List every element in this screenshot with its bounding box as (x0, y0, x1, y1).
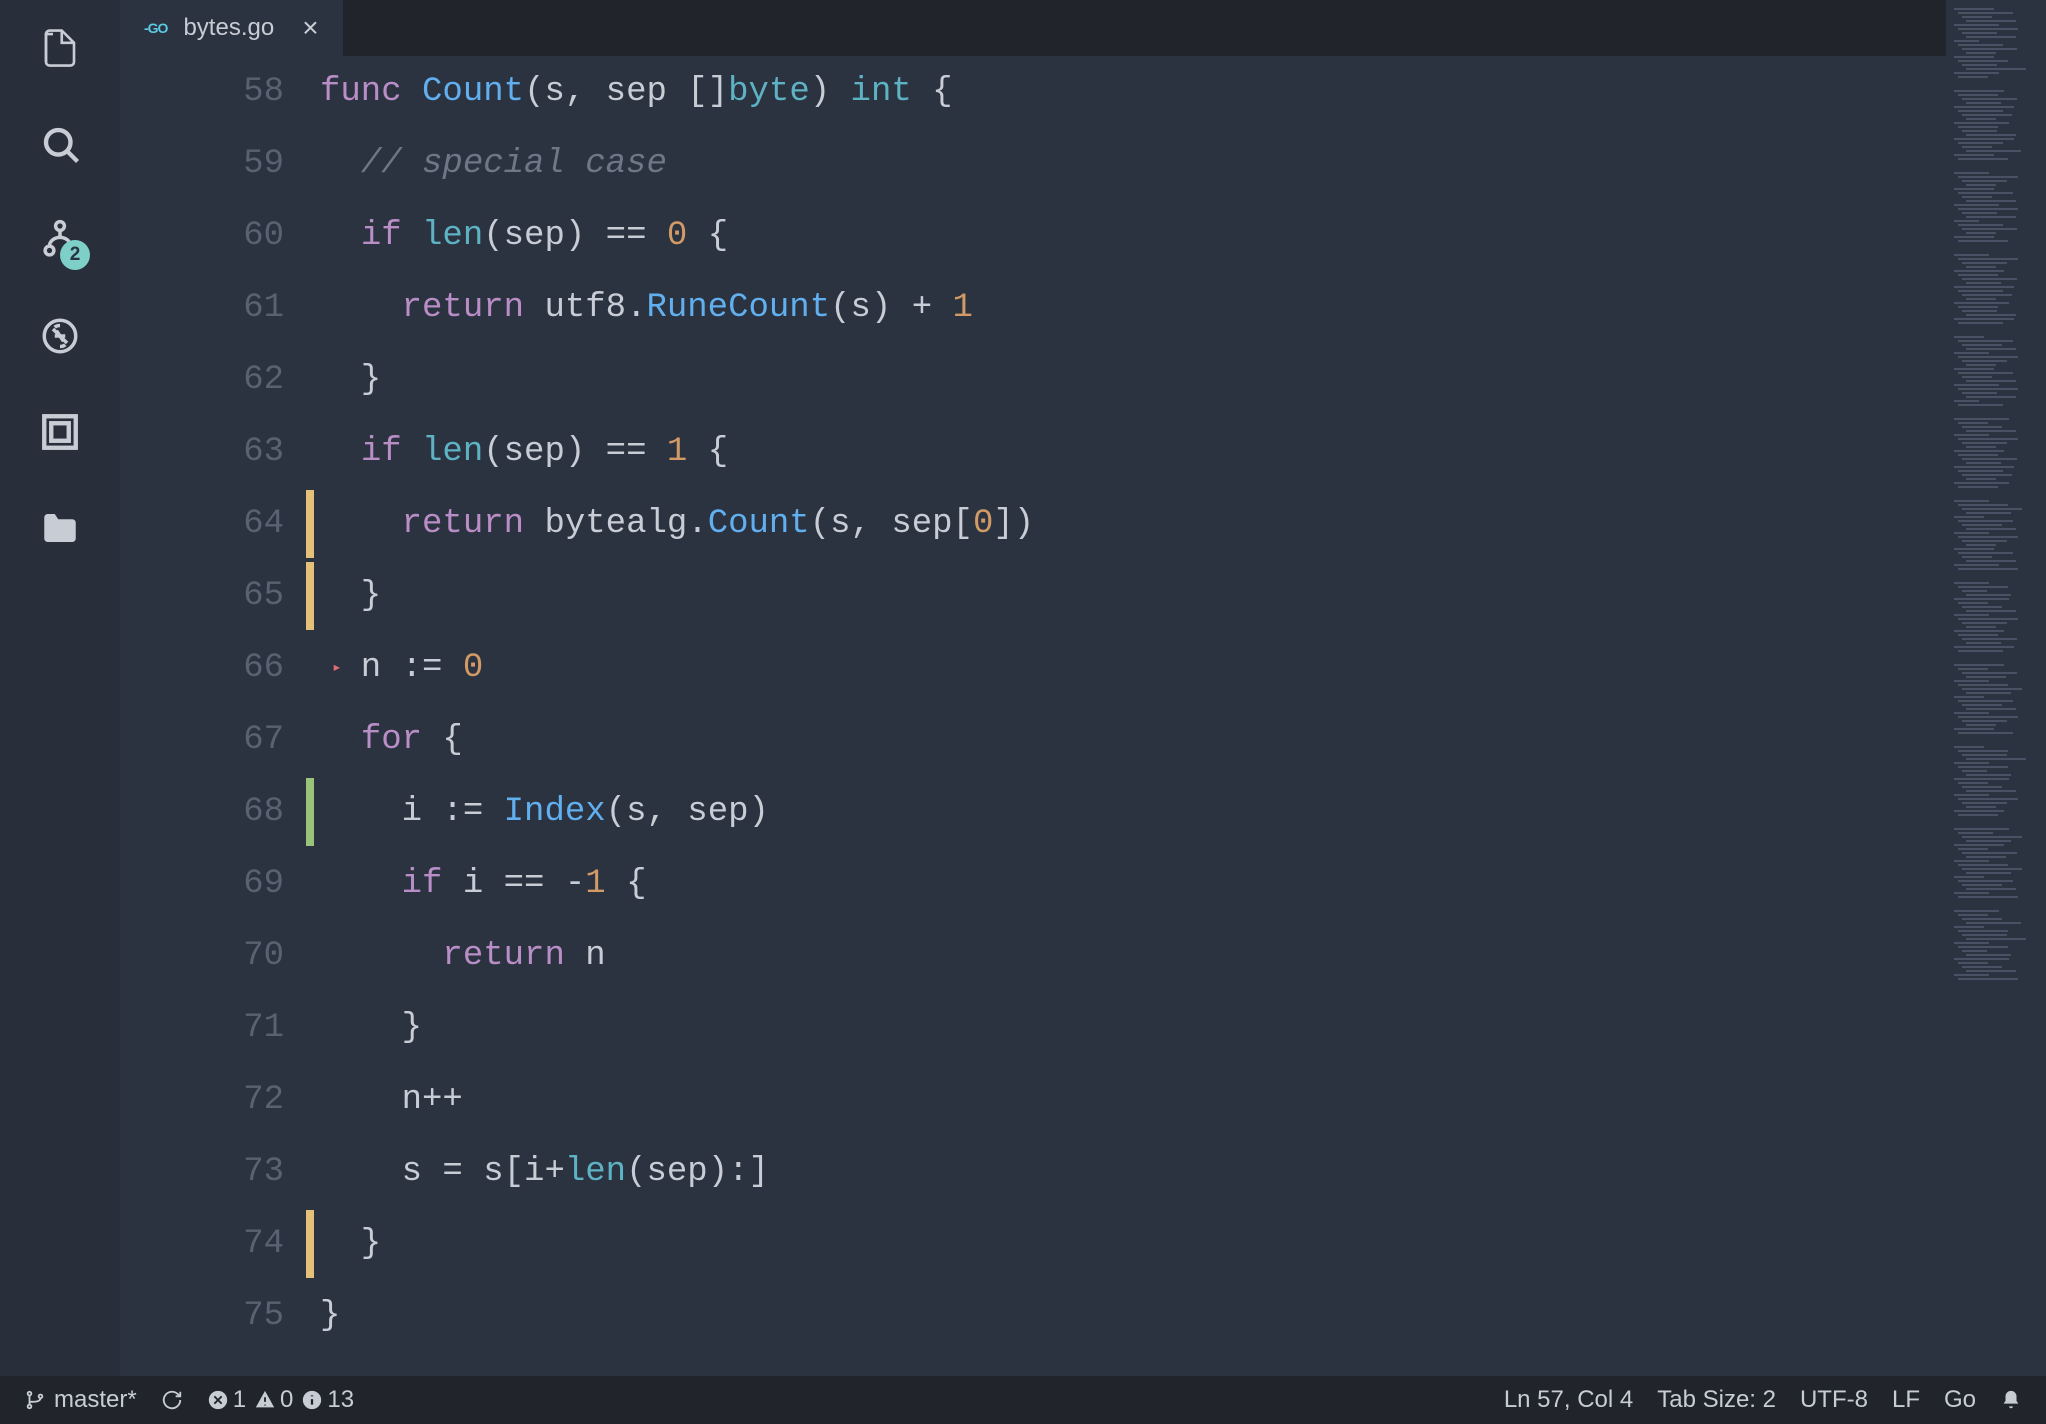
code-content[interactable]: n++ (320, 1064, 463, 1136)
line-number[interactable]: 63 (120, 416, 320, 488)
code-content[interactable]: } (320, 560, 381, 632)
tab-filename: bytes.go (183, 14, 274, 42)
code-line[interactable]: 67 for { (120, 704, 1946, 776)
code-content[interactable]: } (320, 992, 422, 1064)
code-line[interactable]: 58func Count(s, sep []byte) int { (120, 56, 1946, 128)
git-added-marker (306, 778, 314, 846)
git-branch-status[interactable]: master* (24, 1386, 137, 1414)
code-line[interactable]: 68 i := Index(s, sep) (120, 776, 1946, 848)
close-icon[interactable]: × (302, 12, 318, 44)
code-content[interactable]: if len(sep) == 1 { (320, 416, 728, 488)
code-content[interactable]: return n (320, 920, 606, 992)
extensions-icon[interactable] (36, 408, 84, 456)
code-line[interactable]: 70 return n (120, 920, 1946, 992)
code-content[interactable]: i := Index(s, sep) (320, 776, 769, 848)
tab-bytes-go[interactable]: -GO bytes.go × (120, 0, 343, 56)
code-line[interactable]: 66▸ n := 0 (120, 632, 1946, 704)
activity-bar: 2 (0, 0, 120, 1376)
code-line[interactable]: 59 // special case (120, 128, 1946, 200)
code-content[interactable]: for { (320, 704, 463, 776)
minimap[interactable] (1946, 0, 2046, 1376)
code-line[interactable]: 61 return utf8.RuneCount(s) + 1 (120, 272, 1946, 344)
warning-count: 0 (280, 1386, 293, 1414)
code-content[interactable]: // special case (320, 128, 667, 200)
source-control-icon[interactable]: 2 (36, 216, 84, 264)
line-number[interactable]: 61 (120, 272, 320, 344)
line-number[interactable]: 64 (120, 488, 320, 560)
code-content[interactable]: return bytealg.Count(s, sep[0]) (320, 488, 1034, 560)
line-number[interactable]: 67 (120, 704, 320, 776)
code-content[interactable]: if i == -1 { (320, 848, 647, 920)
info-count: 13 (327, 1386, 354, 1414)
code-content[interactable]: if len(sep) == 0 { (320, 200, 728, 272)
code-content[interactable]: } (320, 1208, 381, 1280)
code-line[interactable]: 75} (120, 1280, 1946, 1352)
line-number[interactable]: 68 (120, 776, 320, 848)
error-count: 1 (233, 1386, 246, 1414)
line-number[interactable]: 72 (120, 1064, 320, 1136)
code-line[interactable]: 63 if len(sep) == 1 { (120, 416, 1946, 488)
line-number[interactable]: 73 (120, 1136, 320, 1208)
code-line[interactable]: 65 } (120, 560, 1946, 632)
git-modified-marker (306, 562, 314, 630)
language-status[interactable]: Go (1944, 1386, 1976, 1414)
tab-size-status[interactable]: Tab Size: 2 (1657, 1386, 1776, 1414)
tab-bar: -GO bytes.go × (120, 0, 1946, 56)
scm-badge: 2 (60, 240, 90, 270)
code-content[interactable]: return utf8.RuneCount(s) + 1 (320, 272, 973, 344)
line-number[interactable]: 75 (120, 1280, 320, 1352)
line-number[interactable]: 58 (120, 56, 320, 128)
problems-status[interactable]: 1 0 13 (207, 1386, 354, 1414)
line-number[interactable]: 60 (120, 200, 320, 272)
git-modified-marker (306, 490, 314, 558)
bell-icon[interactable] (2000, 1389, 2022, 1411)
git-modified-marker (306, 1210, 314, 1278)
line-number[interactable]: 66 (120, 632, 320, 704)
code-line[interactable]: 64 return bytealg.Count(s, sep[0]) (120, 488, 1946, 560)
explorer-icon[interactable] (36, 24, 84, 72)
line-number[interactable]: 62 (120, 344, 320, 416)
code-content[interactable]: s = s[i+len(sep):] (320, 1136, 769, 1208)
go-file-icon: -GO (144, 20, 167, 36)
line-number[interactable]: 74 (120, 1208, 320, 1280)
code-content[interactable]: func Count(s, sep []byte) int { (320, 56, 953, 128)
code-line[interactable]: 62 } (120, 344, 1946, 416)
status-bar: master* 1 0 13 Ln 57, Col 4 Tab Size: 2 … (0, 1376, 2046, 1424)
code-line[interactable]: 60 if len(sep) == 0 { (120, 200, 1946, 272)
editor[interactable]: 58func Count(s, sep []byte) int {59 // s… (120, 56, 1946, 1376)
eol-status[interactable]: LF (1892, 1386, 1920, 1414)
branch-name: master* (54, 1386, 137, 1414)
line-number[interactable]: 65 (120, 560, 320, 632)
code-line[interactable]: 73 s = s[i+len(sep):] (120, 1136, 1946, 1208)
code-line[interactable]: 72 n++ (120, 1064, 1946, 1136)
code-line[interactable]: 74 } (120, 1208, 1946, 1280)
folder-icon[interactable] (36, 504, 84, 552)
line-number[interactable]: 69 (120, 848, 320, 920)
code-content[interactable]: n := 0 (320, 632, 483, 704)
line-number[interactable]: 71 (120, 992, 320, 1064)
fold-marker-icon[interactable]: ▸ (332, 632, 342, 704)
debug-icon[interactable] (36, 312, 84, 360)
code-line[interactable]: 71 } (120, 992, 1946, 1064)
code-line[interactable]: 69 if i == -1 { (120, 848, 1946, 920)
code-content[interactable]: } (320, 344, 381, 416)
line-number[interactable]: 59 (120, 128, 320, 200)
sync-status[interactable] (161, 1389, 183, 1411)
search-icon[interactable] (36, 120, 84, 168)
encoding-status[interactable]: UTF-8 (1800, 1386, 1868, 1414)
line-number[interactable]: 70 (120, 920, 320, 992)
cursor-position[interactable]: Ln 57, Col 4 (1504, 1386, 1633, 1414)
code-content[interactable]: } (320, 1280, 340, 1352)
